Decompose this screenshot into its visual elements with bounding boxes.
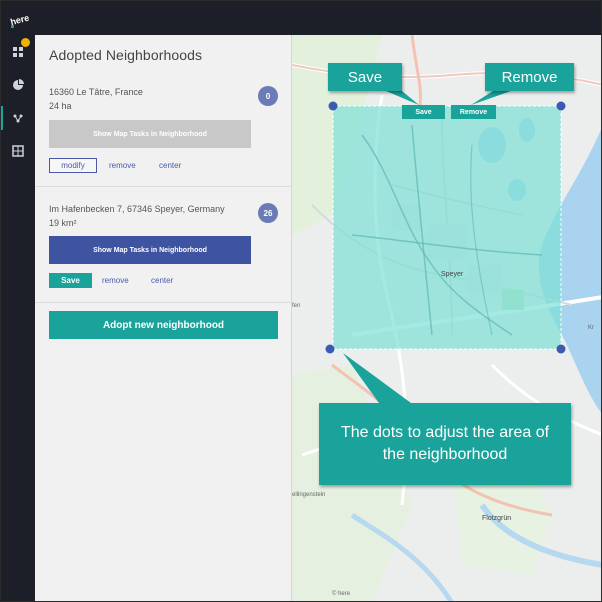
task-count-badge: 26 (258, 203, 278, 223)
modify-button[interactable]: modify (49, 158, 97, 173)
panel-title: Adopted Neighborhoods (49, 47, 203, 63)
map-label-west: fen (292, 303, 301, 309)
callout-remove: Remove (485, 63, 574, 91)
save-button[interactable]: Save (49, 273, 92, 288)
neighborhood-size: 24 ha (49, 101, 72, 111)
routes-icon (13, 114, 23, 123)
map-label-city: Speyer (441, 271, 464, 278)
map-grid-icon (12, 145, 24, 157)
corner-handle-bottom-right[interactable] (556, 344, 566, 354)
map-label-southwest: ellingenstein (292, 492, 326, 498)
neighborhood-address: 16360 Le Tâtre, France (49, 87, 143, 97)
screenshot-frame: here Adopted Neighborhoods 16360 Le Tâtr… (0, 0, 602, 602)
corner-handle-bottom-left[interactable] (325, 344, 335, 354)
neighborhood-size: 19 km² (49, 218, 77, 228)
callout-adjust-dots: The dots to adjust the area of the neigh… (319, 403, 571, 485)
center-link[interactable]: center (151, 276, 173, 285)
map-copyright: © here (332, 591, 351, 597)
notification-badge (21, 38, 30, 47)
corner-handle-top-right[interactable] (556, 101, 566, 111)
map-canvas (292, 35, 601, 601)
adopt-new-neighborhood-button[interactable]: Adopt new neighborhood (49, 311, 278, 339)
statistics-button[interactable] (6, 73, 30, 97)
show-map-tasks-button[interactable]: Show Map Tasks in Neighborhood (49, 236, 251, 264)
map-label-east: Kr (588, 325, 594, 331)
task-count-badge: 0 (258, 86, 278, 106)
icon-rail (1, 35, 35, 601)
neighborhood-card-2: Im Hafenbecken 7, 67346 Speyer, Germany … (35, 187, 292, 303)
callout-save: Save (328, 63, 402, 91)
dashboard-button[interactable] (6, 38, 30, 64)
polygon-save-button[interactable]: Save (402, 105, 445, 119)
map-label-south: Flotzgrün (482, 515, 512, 522)
center-link[interactable]: center (159, 161, 181, 170)
top-bar: here (1, 1, 601, 35)
map-view[interactable]: Speyer fen Kr ellingenstein Flotzgrün © … (292, 35, 601, 601)
here-logo[interactable]: here (7, 7, 31, 31)
corner-handle-top-left[interactable] (328, 101, 338, 111)
remove-link[interactable]: remove (102, 276, 129, 285)
map-settings-button[interactable] (6, 139, 30, 163)
neighborhood-address: Im Hafenbecken 7, 67346 Speyer, Germany (49, 204, 225, 214)
chart-icon (13, 79, 24, 90)
polygon-remove-button[interactable]: Remove (451, 105, 496, 119)
dashboard-icon (13, 47, 23, 57)
neighborhood-card-1: 16360 Le Tâtre, France 24 ha 0 Show Map … (35, 77, 292, 187)
adopted-neighborhoods-panel: Adopted Neighborhoods 16360 Le Tâtre, Fr… (35, 35, 292, 601)
show-map-tasks-button[interactable]: Show Map Tasks in Neighborhood (49, 120, 251, 148)
remove-link[interactable]: remove (109, 161, 136, 170)
neighborhoods-button[interactable] (1, 106, 30, 130)
